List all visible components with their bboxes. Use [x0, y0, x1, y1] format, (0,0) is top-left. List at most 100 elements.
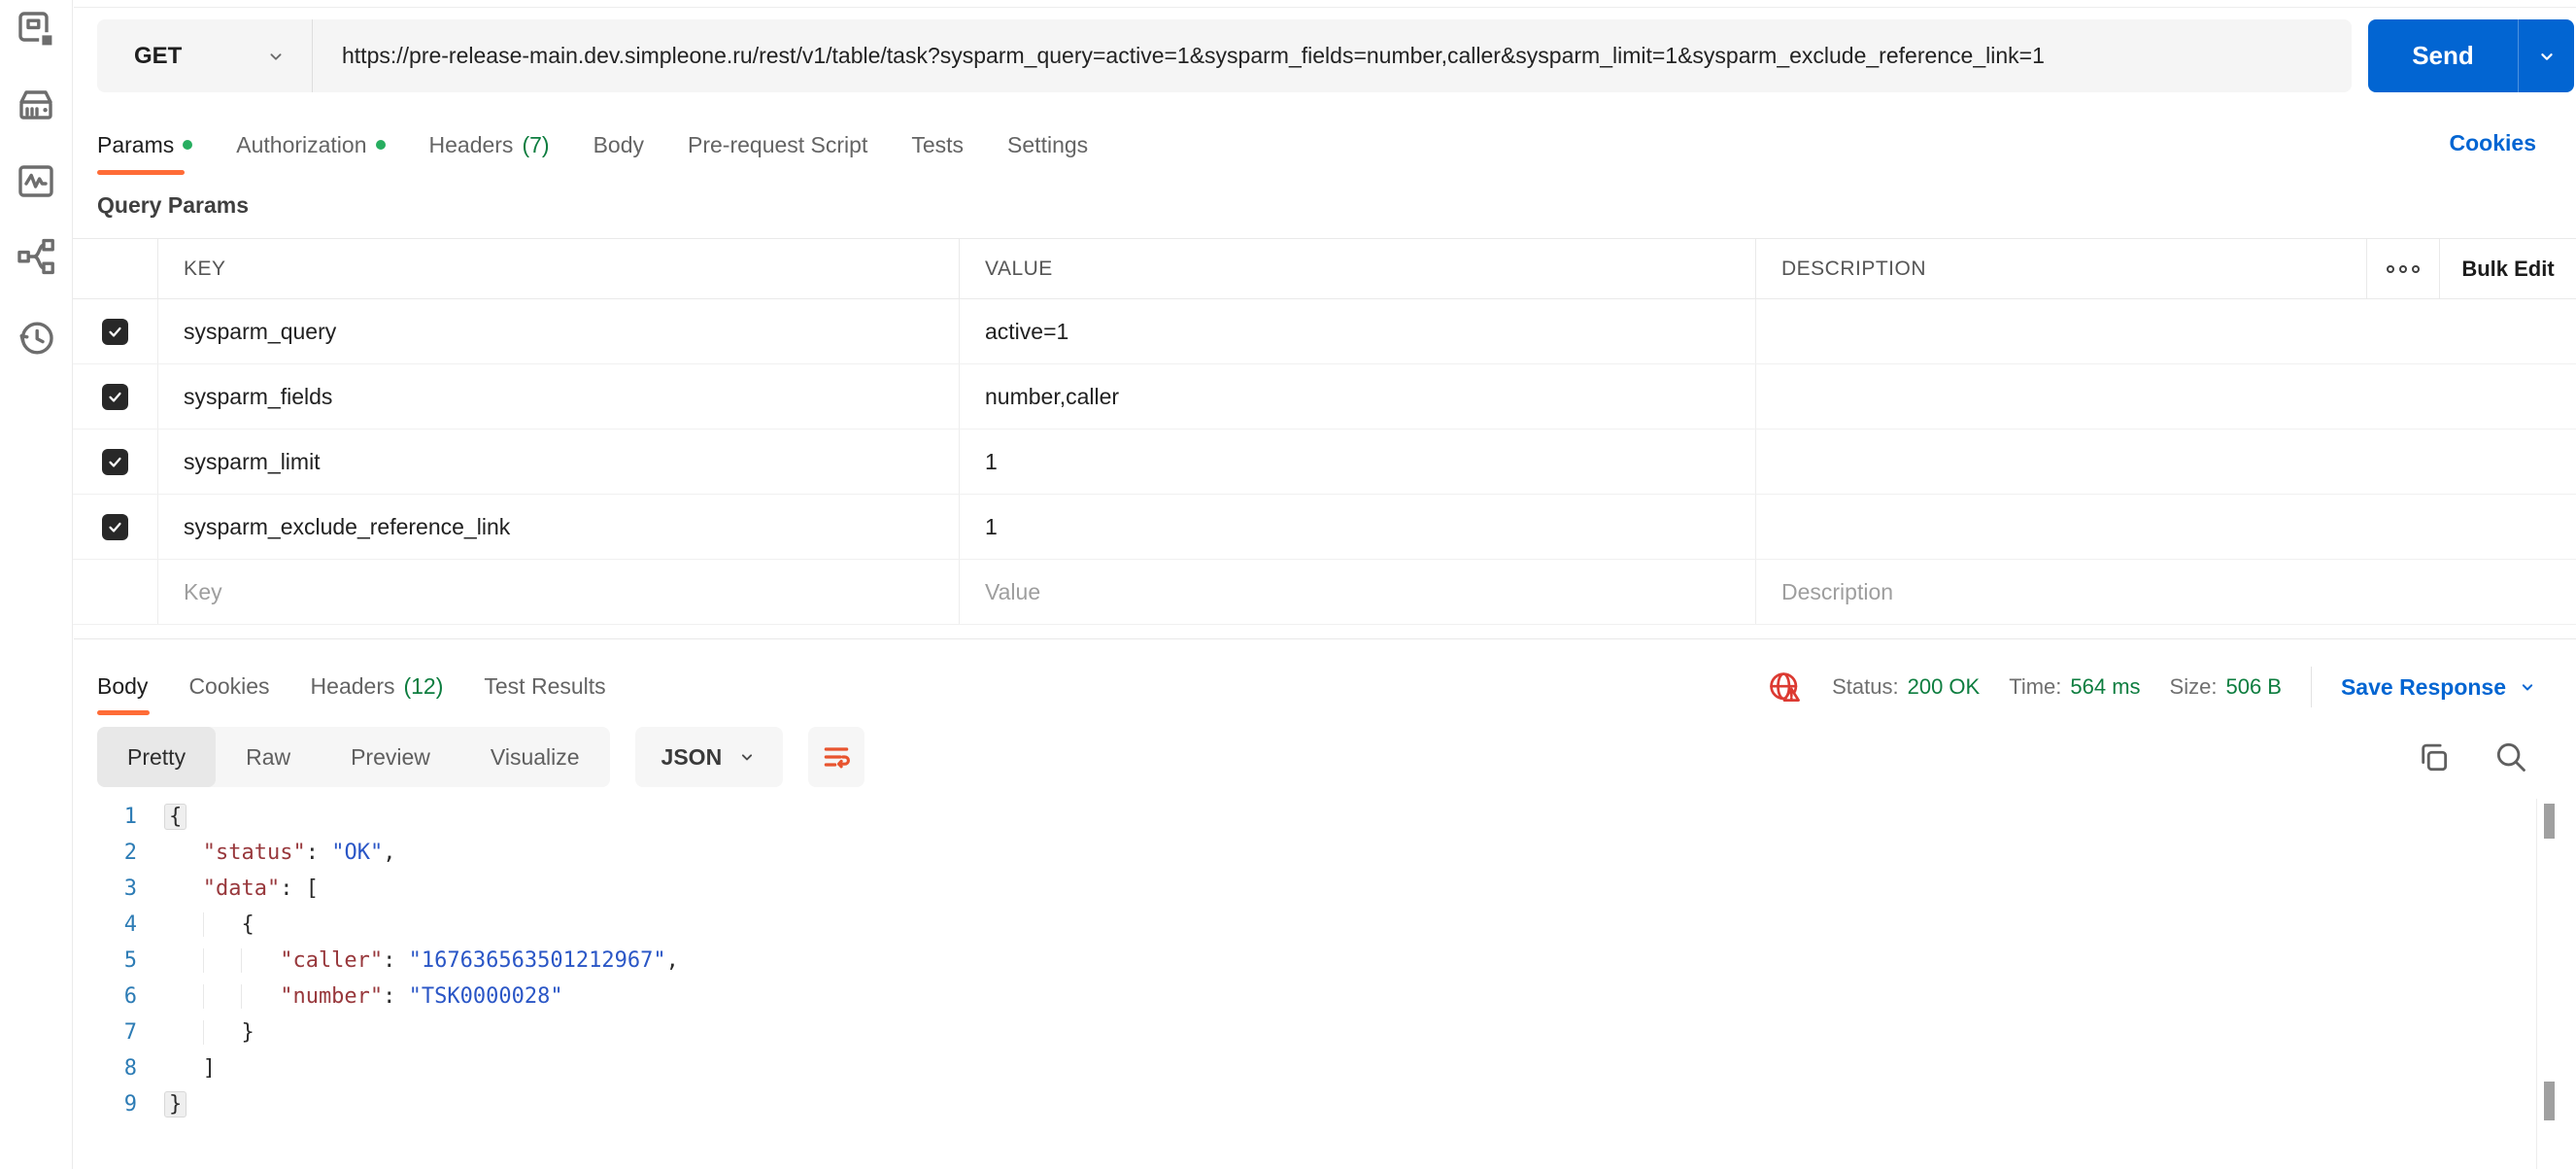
url-input[interactable]: https://pre-release-main.dev.simpleone.r… — [313, 19, 2352, 92]
column-header-description: DESCRIPTION — [1756, 239, 2367, 298]
fold-marker[interactable]: { — [164, 804, 187, 830]
code-line: 8 ] — [73, 1050, 2547, 1086]
tab-response-cookies[interactable]: Cookies — [188, 673, 269, 700]
search-icon[interactable] — [2492, 739, 2529, 775]
method-select[interactable]: GET — [97, 19, 313, 92]
save-response-button[interactable]: Save Response — [2341, 674, 2537, 701]
cookies-link[interactable]: Cookies — [2450, 130, 2536, 156]
send-label[interactable]: Send — [2368, 19, 2518, 92]
line-number: 8 — [123, 1056, 137, 1081]
column-header-value: VALUE — [960, 239, 1756, 298]
table-row: sysparm_fields number,caller — [73, 364, 2576, 430]
row-checkbox[interactable] — [102, 383, 128, 410]
param-value[interactable]: number,caller — [960, 364, 1756, 429]
flows-icon[interactable] — [13, 233, 59, 280]
tab-response-body[interactable]: Body — [97, 673, 148, 700]
history-icon[interactable] — [13, 315, 59, 361]
scrollbar-thumb[interactable] — [2544, 804, 2555, 839]
wrap-text-button[interactable] — [808, 727, 865, 787]
bulk-edit-button[interactable]: Bulk Edit — [2440, 239, 2576, 298]
environments-icon[interactable] — [13, 82, 59, 128]
save-response-label: Save Response — [2340, 673, 2506, 700]
row-checkbox[interactable] — [102, 318, 128, 345]
response-body-viewer: 1 { 2 "status": "OK", 3 "data": [ 4 { 5 … — [73, 799, 2547, 1169]
param-value[interactable]: active=1 — [960, 299, 1756, 363]
view-raw[interactable]: Raw — [216, 727, 321, 787]
view-pretty[interactable]: Pretty — [97, 727, 217, 787]
param-description[interactable] — [1756, 495, 2576, 559]
param-key[interactable]: sysparm_query — [158, 299, 960, 363]
view-visualize[interactable]: Visualize — [460, 727, 610, 787]
row-checkbox[interactable] — [102, 448, 128, 475]
tab-label: Cookies — [188, 672, 270, 699]
row-checkbox[interactable] — [102, 513, 128, 540]
tab-body[interactable]: Body — [593, 132, 644, 158]
query-params-table: KEY VALUE DESCRIPTION Bulk Edit sysparm_… — [73, 238, 2576, 625]
tab-tests[interactable]: Tests — [911, 132, 964, 158]
param-key[interactable]: sysparm_exclude_reference_link — [158, 495, 960, 559]
more-options-icon[interactable] — [2367, 239, 2440, 298]
param-description[interactable] — [1756, 299, 2576, 363]
param-description[interactable] — [1756, 364, 2576, 429]
param-description-placeholder[interactable]: Description — [1756, 560, 2576, 624]
code-line: 5 "caller": "167636563501212967", — [73, 943, 2547, 979]
tab-headers[interactable]: Headers (7) — [429, 132, 550, 158]
fold-marker[interactable]: } — [164, 1091, 187, 1117]
param-key-placeholder[interactable]: Key — [158, 560, 960, 624]
tab-count: (12) — [403, 672, 444, 699]
view-preview[interactable]: Preview — [321, 727, 460, 787]
collections-icon[interactable] — [13, 6, 59, 52]
param-value[interactable]: 1 — [960, 430, 1756, 494]
tab-count: (7) — [522, 131, 550, 157]
send-options-button[interactable] — [2518, 19, 2574, 92]
tab-settings[interactable]: Settings — [1007, 132, 1088, 158]
response-meta: Status: 200 OK Time: 564 ms Size: 506 B … — [1766, 665, 2537, 709]
tab-label: Headers — [428, 131, 514, 157]
check-icon — [109, 522, 121, 533]
network-warning-icon[interactable] — [1766, 669, 1803, 705]
left-sidebar — [0, 0, 73, 1169]
line-number: 1 — [123, 805, 137, 829]
tab-params[interactable]: Params — [97, 132, 193, 158]
check-icon — [109, 392, 121, 402]
param-value-placeholder[interactable]: Value — [960, 560, 1756, 624]
code-line: 1 { — [73, 799, 2547, 835]
tab-test-results[interactable]: Test Results — [484, 673, 605, 700]
param-description[interactable] — [1756, 430, 2576, 494]
line-number: 3 — [123, 877, 137, 901]
time-label: Time: — [2009, 674, 2062, 699]
code-line: 2 "status": "OK", — [73, 835, 2547, 871]
request-tabs: Params Authorization Headers (7) Body Pr… — [97, 124, 1088, 165]
code-line: 9 } — [73, 1086, 2547, 1122]
param-value[interactable]: 1 — [960, 495, 1756, 559]
scrollbar-thumb[interactable] — [2544, 1082, 2555, 1120]
chevron-down-icon — [2522, 684, 2533, 691]
tab-pre-request-script[interactable]: Pre-request Script — [688, 132, 867, 158]
request-url-bar: GET https://pre-release-main.dev.simpleo… — [97, 19, 2352, 92]
time-value: 564 ms — [2070, 674, 2141, 699]
modified-dot — [183, 140, 193, 150]
table-row-empty: Key Value Description — [73, 560, 2576, 625]
tab-label: Body — [593, 131, 644, 157]
tab-response-headers[interactable]: Headers (12) — [311, 673, 444, 700]
copy-icon[interactable] — [2415, 739, 2452, 775]
query-params-title: Query Params — [97, 192, 249, 218]
response-section-divider — [74, 638, 2576, 639]
param-key[interactable]: sysparm_limit — [158, 430, 960, 494]
line-number: 9 — [123, 1092, 137, 1117]
send-button[interactable]: Send — [2368, 19, 2574, 92]
language-select[interactable]: JSON — [634, 727, 784, 787]
time-badge: Time: 564 ms — [2009, 674, 2140, 700]
line-number: 4 — [123, 912, 137, 937]
tab-authorization[interactable]: Authorization — [236, 132, 386, 158]
param-key[interactable]: sysparm_fields — [158, 364, 960, 429]
table-header-row: KEY VALUE DESCRIPTION Bulk Edit — [73, 238, 2576, 299]
line-number: 6 — [123, 984, 137, 1009]
tab-label: Headers — [310, 672, 395, 699]
status-label: Status: — [1832, 674, 1899, 699]
viewer-toolbar: Pretty Raw Preview Visualize JSON — [97, 727, 865, 787]
check-icon — [109, 457, 121, 467]
monitors-icon[interactable] — [13, 157, 59, 204]
table-row: sysparm_exclude_reference_link 1 — [73, 495, 2576, 560]
size-badge: Size: 506 B — [2170, 674, 2282, 700]
